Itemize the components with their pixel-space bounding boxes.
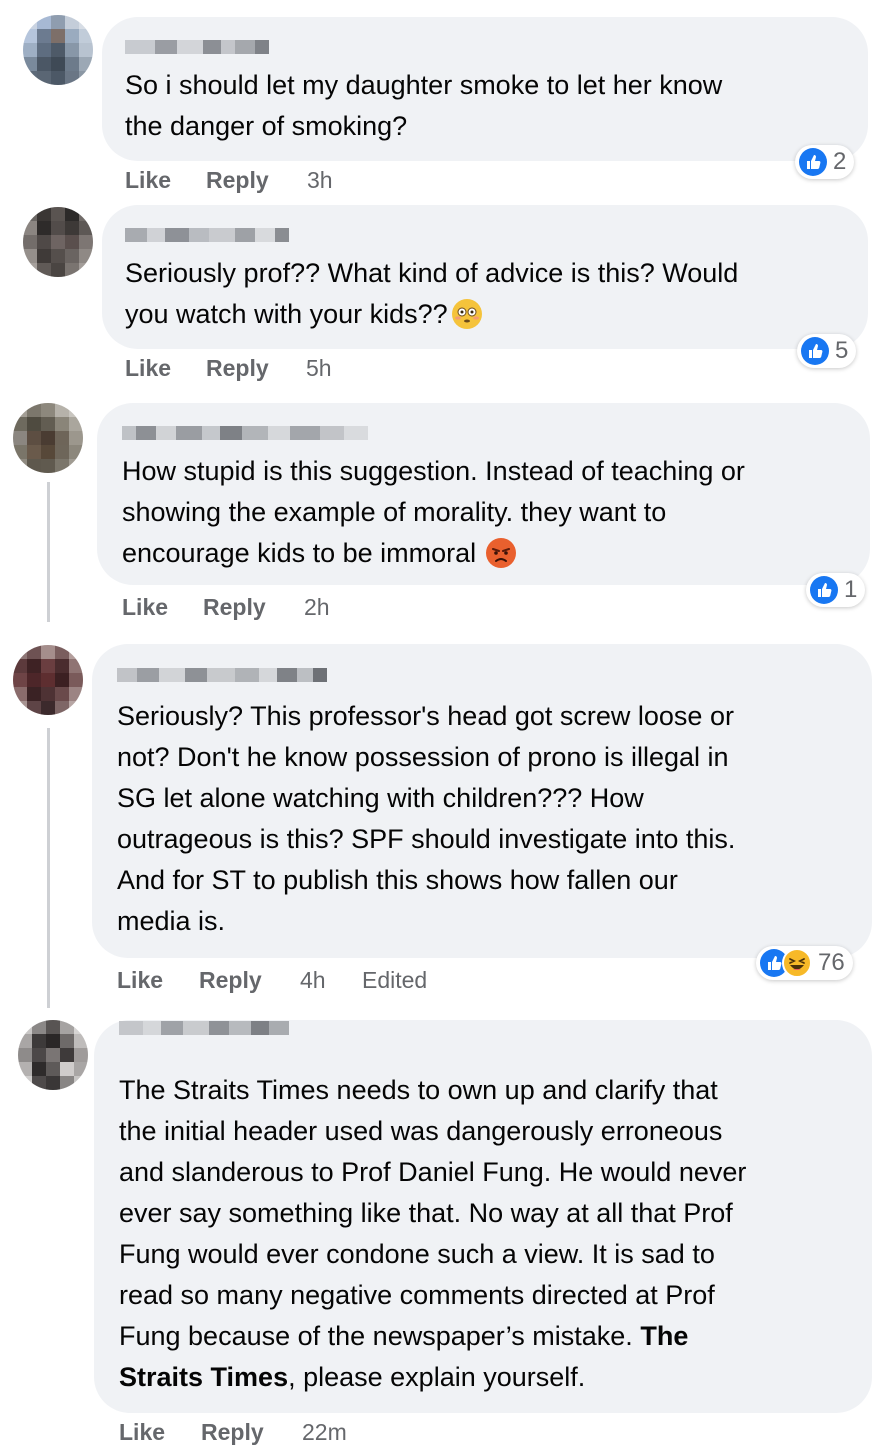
reaction-count: 2 xyxy=(833,148,847,175)
timestamp[interactable]: 3h xyxy=(307,167,333,194)
avatar[interactable] xyxy=(18,1020,88,1090)
reply-button[interactable]: Reply xyxy=(199,967,262,994)
reaction-summary[interactable]: 76 xyxy=(756,946,853,980)
edited-label[interactable]: Edited xyxy=(362,967,427,994)
page-mention-link[interactable]: The xyxy=(640,1321,688,1351)
reply-button[interactable]: Reply xyxy=(206,355,269,382)
timestamp[interactable]: 22m xyxy=(302,1419,347,1446)
thread-line xyxy=(47,482,50,622)
like-icon xyxy=(801,337,829,365)
reaction-count: 76 xyxy=(818,949,845,976)
reply-button[interactable]: Reply xyxy=(201,1419,264,1446)
reply-button[interactable]: Reply xyxy=(206,167,269,194)
avatar[interactable] xyxy=(23,15,93,85)
author-name-redacted[interactable] xyxy=(125,228,289,242)
timestamp[interactable]: 2h xyxy=(304,594,330,621)
comment-text: The Straits Times needs to own up and cl… xyxy=(119,1075,747,1392)
timestamp[interactable]: 5h xyxy=(306,355,332,382)
like-button[interactable]: Like xyxy=(119,1419,165,1446)
reaction-count: 1 xyxy=(844,576,858,603)
avatar[interactable] xyxy=(13,645,83,715)
reaction-summary[interactable]: 1 xyxy=(806,573,866,607)
avatar[interactable] xyxy=(13,403,83,473)
reply-button[interactable]: Reply xyxy=(203,594,266,621)
author-name-redacted[interactable] xyxy=(117,668,327,682)
page-mention-link[interactable]: Straits Times xyxy=(119,1362,288,1392)
like-icon xyxy=(810,576,838,604)
like-button[interactable]: Like xyxy=(122,594,168,621)
like-icon xyxy=(799,148,827,176)
reaction-summary[interactable]: 2 xyxy=(795,145,855,179)
thread-line xyxy=(47,728,50,1008)
reaction-summary[interactable]: 5 xyxy=(797,334,857,368)
reaction-count: 5 xyxy=(835,337,849,364)
haha-icon xyxy=(782,948,812,978)
comment-text: How stupid is this suggestion. Instead o… xyxy=(122,456,745,568)
timestamp[interactable]: 4h xyxy=(300,967,326,994)
like-button[interactable]: Like xyxy=(125,355,171,382)
comment-text: Seriously prof?? What kind of advice is … xyxy=(125,258,739,329)
flushed-face-emoji xyxy=(451,299,482,329)
like-button[interactable]: Like xyxy=(125,167,171,194)
author-name-redacted[interactable] xyxy=(119,1021,289,1035)
like-button[interactable]: Like xyxy=(117,967,163,994)
comment-text: So i should let my daughter smoke to let… xyxy=(125,70,723,141)
comment-text: Seriously? This professor's head got scr… xyxy=(117,701,736,936)
author-name-redacted[interactable] xyxy=(122,426,368,440)
author-name-redacted[interactable] xyxy=(125,40,269,54)
avatar[interactable] xyxy=(23,207,93,277)
angry-face-emoji xyxy=(486,538,517,568)
